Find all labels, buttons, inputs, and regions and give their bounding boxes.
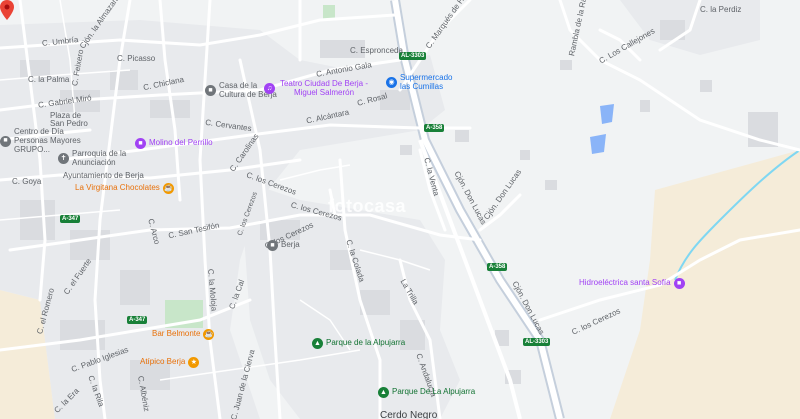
- park-north: [323, 5, 335, 19]
- poi-supermercado[interactable]: ◉ Supermercado las Cumillas: [386, 73, 462, 92]
- pond-lower: [590, 134, 606, 154]
- street-label: C. la Palma: [28, 75, 70, 84]
- landmark-icon: ■: [267, 240, 278, 251]
- poi-berja[interactable]: ■ Berja: [267, 240, 300, 251]
- location-pin-icon[interactable]: [0, 0, 14, 20]
- landmark-icon: ■: [135, 138, 146, 149]
- poi-virgitana[interactable]: La Virgitana Chocolates ☕: [75, 183, 174, 194]
- street-label: C. Picasso: [117, 54, 156, 63]
- poi-parque-alpujarra-1[interactable]: ▲ Parque de la Alpujarra: [312, 338, 405, 349]
- poi-hidroelectrica[interactable]: Hidroeléctrica santa Sofía ■: [579, 278, 685, 289]
- church-icon: ✝: [58, 153, 69, 165]
- restaurant-icon: ★: [188, 357, 200, 368]
- street-label: C. Goya: [12, 177, 42, 186]
- park-icon: ▲: [378, 387, 389, 398]
- poi-bar-belmonte[interactable]: Bar Belmonte ☕: [152, 329, 215, 340]
- street-label: C. Espronceda: [350, 46, 403, 55]
- road-shield-a358-right: A-358: [487, 263, 508, 271]
- poi-atipico[interactable]: Atípico Berja ★: [140, 357, 200, 368]
- road-shield-al3303-bottom: AL-3303: [523, 338, 551, 346]
- poi-parroquia[interactable]: ✝ Parroquia de la Anunciación: [58, 149, 134, 168]
- cafe-icon: ☕: [162, 183, 174, 194]
- road-shield-al3303-top: AL-3303: [399, 52, 427, 60]
- road-shield-a347-left: A-347: [60, 215, 81, 223]
- poi-parque-alpujarra-2[interactable]: ▲ Parque De La Alpujarra: [378, 387, 475, 398]
- theatre-icon: ♫: [264, 83, 275, 95]
- park-icon: ▲: [312, 338, 323, 349]
- cafe-icon: ☕: [203, 329, 215, 340]
- poi-teatro[interactable]: ♫ Teatro Ciudad De Berja - Miguel Salmer…: [264, 79, 370, 98]
- shopping-cart-icon: ◉: [386, 77, 397, 89]
- poi-plaza-san-pedro[interactable]: Plaza de San Pedro: [50, 112, 90, 128]
- poi-molino[interactable]: ■ Molino del Perrillo: [135, 138, 213, 149]
- street-label: C. la Perdiz: [700, 5, 742, 14]
- landmark-icon: ■: [673, 278, 685, 289]
- landmark-icon: ■: [205, 85, 216, 97]
- road-shield-a347-mid: A-347: [127, 316, 148, 324]
- area-label-bottom: Cerdo Negro: [380, 410, 438, 419]
- map-view[interactable]: fotocasa AL-3303 A-358 A-358 A-347 A-347…: [0, 0, 800, 419]
- pond-upper: [600, 104, 614, 124]
- landmark-icon: ■: [0, 135, 11, 147]
- poi-ayuntamiento[interactable]: Ayuntamiento de Berja: [63, 172, 144, 180]
- road-shield-a358-mid: A-358: [424, 124, 445, 132]
